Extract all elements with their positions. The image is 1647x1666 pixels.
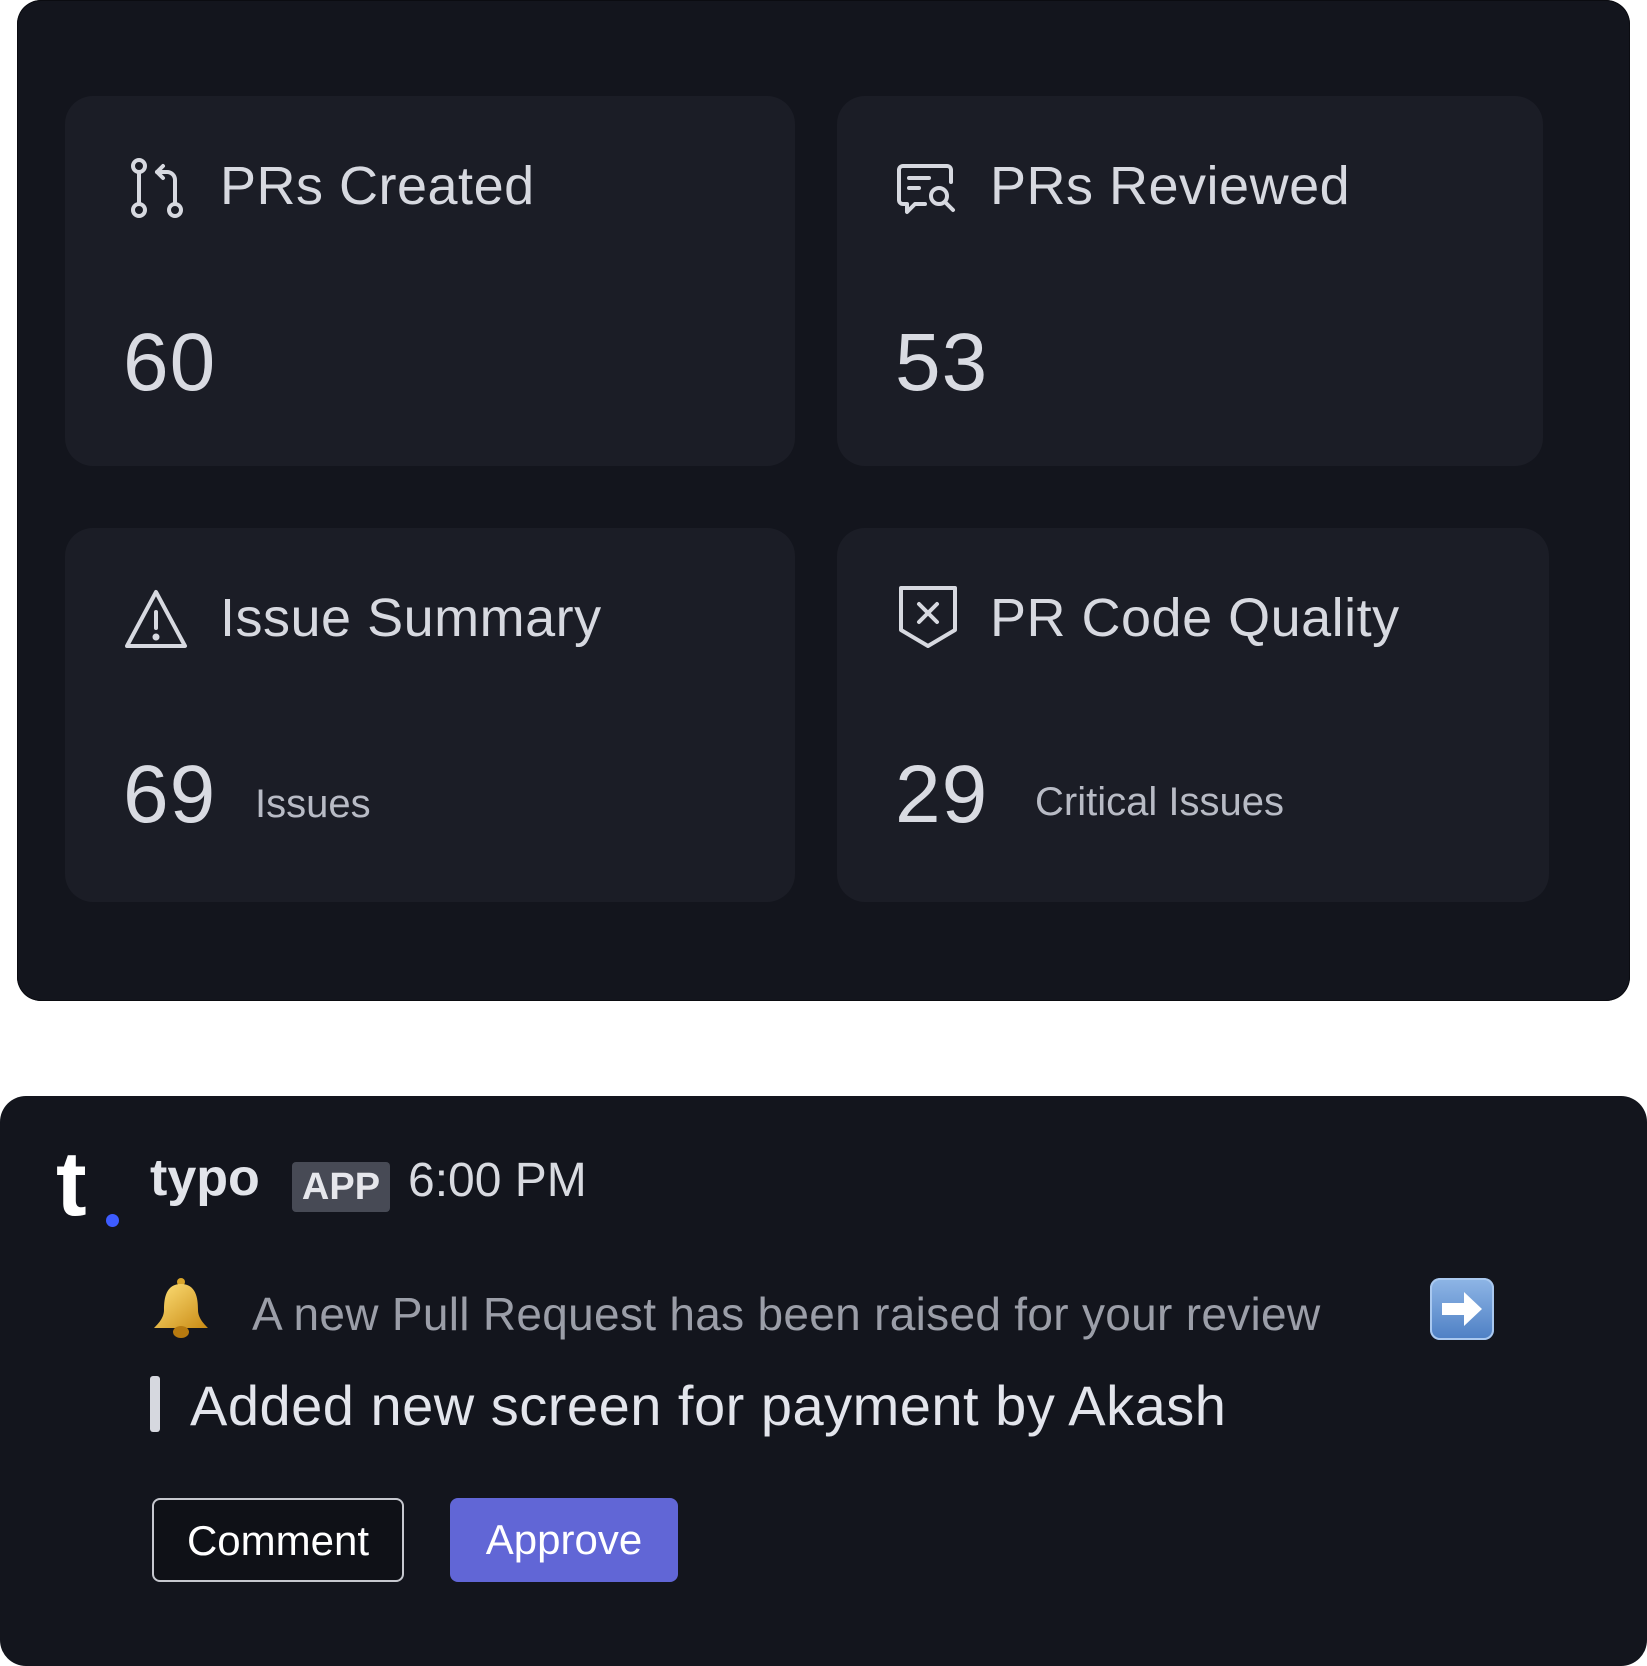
card-prs-reviewed[interactable]: PRs Reviewed 53 <box>837 96 1543 466</box>
message-timestamp[interactable]: 6:00 PM <box>408 1152 587 1210</box>
warning-triangle-icon <box>125 590 187 648</box>
review-message-search-icon <box>897 164 955 214</box>
app-badge: APP <box>292 1162 390 1212</box>
logo-letter: t <box>56 1133 87 1235</box>
typo-logo: t <box>56 1138 126 1230</box>
card-value: 69 <box>123 749 217 840</box>
logo-dot <box>106 1214 119 1227</box>
card-issue-summary[interactable]: Issue Summary 69 Issues <box>65 528 795 902</box>
app-name[interactable]: typo <box>150 1148 260 1208</box>
shield-x-icon <box>899 586 957 648</box>
right-arrow-icon <box>1430 1278 1494 1340</box>
card-prs-created[interactable]: PRs Created 60 <box>65 96 795 466</box>
quote-bar <box>150 1376 160 1432</box>
git-pull-request-icon <box>131 158 183 218</box>
card-pr-code-quality[interactable]: PR Code Quality 29 Critical Issues <box>837 528 1549 902</box>
card-title: Issue Summary <box>220 588 602 648</box>
card-title: PR Code Quality <box>990 588 1400 648</box>
comment-button[interactable]: Comment <box>152 1498 404 1582</box>
card-unit: Critical Issues <box>1035 780 1284 824</box>
card-title: PRs Created <box>220 156 535 216</box>
card-value: 60 <box>123 317 217 408</box>
approve-button[interactable]: Approve <box>450 1498 678 1582</box>
bell-icon <box>154 1278 208 1338</box>
notification-text: A new Pull Request has been raised for y… <box>252 1288 1321 1340</box>
metrics-dashboard: PRs Created 60 PRs Reviewed 53 Issue Sum… <box>17 0 1630 1001</box>
card-value: 29 <box>895 749 989 840</box>
notification-message: t typo APP 6:00 PM A new Pull Request ha… <box>0 1096 1647 1666</box>
pr-title[interactable]: Added new screen for payment by Akash <box>190 1374 1226 1438</box>
card-title: PRs Reviewed <box>990 156 1351 216</box>
card-unit: Issues <box>255 782 371 826</box>
card-value: 53 <box>895 317 989 408</box>
